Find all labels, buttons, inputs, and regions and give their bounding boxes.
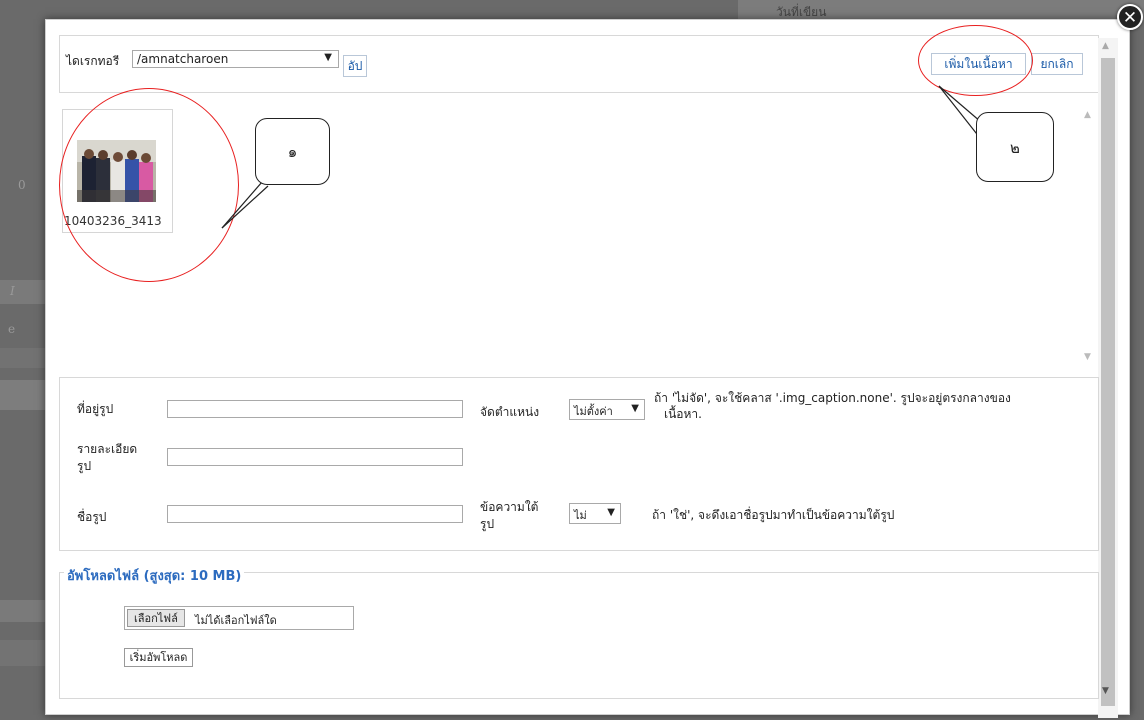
file-input[interactable]: เลือกไฟล์ ไม่ได้เลือกไฟล์ใด <box>124 606 354 630</box>
alignment-select-value: ไม่ตั้งค่า <box>574 405 613 418</box>
background-editor-row-2 <box>0 380 45 410</box>
alignment-select[interactable]: ไม่ตั้งค่า ▼ <box>569 399 645 420</box>
directory-label: ไดเรกทอรี <box>66 54 120 68</box>
file-status-text: ไม่ได้เลือกไฟล์ใด <box>195 614 277 627</box>
dialog-scrollbar[interactable]: ▲ ▼ <box>1098 38 1118 718</box>
directory-select-value: /amnatcharoen <box>137 52 229 66</box>
upload-legend: อัพโหลดไฟล์ (สูงสุด: 10 MB) <box>64 565 245 586</box>
background-footer-strip-2 <box>0 640 45 666</box>
background-editor-row <box>0 348 45 368</box>
image-description-input[interactable] <box>167 448 463 466</box>
scroll-up-icon[interactable]: ▲ <box>1102 41 1109 51</box>
alignment-label: จัดตำแหน่ง <box>480 405 540 419</box>
dialog-scrollbar-thumb[interactable] <box>1101 58 1115 706</box>
caption-hint: ถ้า 'ใช่', จะดึงเอาชื่อรูปมาทำเป็นข้อควา… <box>652 508 895 522</box>
image-description-label-line2: รูป <box>77 459 92 473</box>
directory-up-button[interactable]: อัป <box>343 55 367 77</box>
close-icon[interactable]: ✕ <box>1117 4 1143 30</box>
upload-fieldset <box>59 572 1099 699</box>
gallery-scrollbar[interactable]: ▲ ▼ <box>1080 108 1096 364</box>
annotation-circle-1 <box>59 88 239 282</box>
chevron-down-icon: ▼ <box>324 52 332 63</box>
background-footer-strip <box>0 600 45 622</box>
background-editor-toolbar <box>0 280 45 304</box>
caption-select[interactable]: ไม่ ▼ <box>569 503 621 524</box>
directory-select[interactable]: /amnatcharoen ▼ <box>132 50 339 68</box>
gallery-scroll-down-icon[interactable]: ▼ <box>1084 352 1091 362</box>
image-url-input[interactable] <box>167 400 463 418</box>
annotation-marker-2: ๒ <box>976 112 1054 182</box>
scroll-down-icon[interactable]: ▼ <box>1102 686 1109 696</box>
background-number: 0 <box>18 178 26 192</box>
caption-select-value: ไม่ <box>574 509 587 522</box>
alignment-hint-line2: เนื้อหา. <box>664 407 702 421</box>
gallery-scroll-up-icon[interactable]: ▲ <box>1084 110 1091 120</box>
chevron-down-icon: ▼ <box>631 403 639 414</box>
caption-label-line1: ข้อความใต้ <box>480 500 539 514</box>
image-name-input[interactable] <box>167 505 463 523</box>
image-url-label: ที่อยู่รูป <box>77 402 114 416</box>
start-upload-button[interactable]: เริ่มอัพโหลด <box>124 648 193 667</box>
image-description-label-line1: รายละเอียด <box>77 442 138 456</box>
background-italic-button: I <box>10 284 15 298</box>
image-name-label: ชื่อรูป <box>77 510 107 524</box>
background-letter: e <box>8 322 16 336</box>
chevron-down-icon: ▼ <box>607 507 615 518</box>
annotation-circle-2 <box>918 25 1033 96</box>
alignment-hint-line1: ถ้า 'ไม่จัด', จะใช้คลาส '.img_caption.no… <box>654 391 1011 405</box>
cancel-button[interactable]: ยกเลิก <box>1031 53 1083 75</box>
choose-file-button[interactable]: เลือกไฟล์ <box>127 609 185 627</box>
caption-label-line2: รูป <box>480 517 495 531</box>
annotation-marker-1: ๑ <box>255 118 330 185</box>
